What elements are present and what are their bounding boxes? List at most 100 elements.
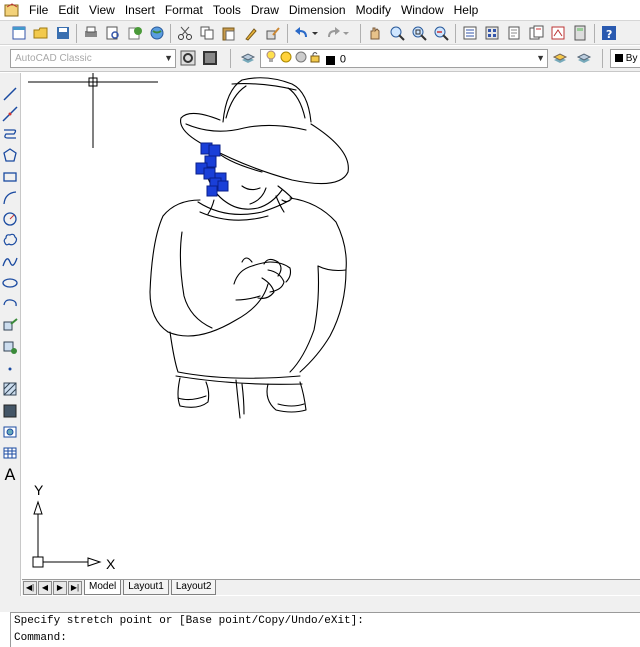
redo-icon[interactable] [324,24,342,42]
workspace-icon[interactable] [201,49,219,67]
layers-toolbar: AutoCAD Classic ▼ 0 ▼ By [0,46,640,72]
design-center-icon[interactable] [483,24,501,42]
menu-draw[interactable]: Draw [246,1,284,19]
polyline-icon[interactable] [1,125,19,143]
match-properties-icon[interactable] [242,24,260,42]
menu-dimension[interactable]: Dimension [284,1,351,19]
drawing-svg: Y X [28,73,349,572]
layer-color-swatch [326,55,336,65]
tool-palettes-icon[interactable] [505,24,523,42]
menu-tools[interactable]: Tools [208,1,246,19]
circle-icon[interactable] [1,210,19,228]
table-icon[interactable] [1,444,19,462]
drawing-area[interactable]: Y X [22,73,640,579]
line-icon[interactable] [1,85,19,103]
next-tab-button[interactable]: ▶ [53,580,67,595]
workspace-settings-icon[interactable] [179,49,197,67]
redo-dropdown-icon[interactable] [342,24,350,42]
menu-format[interactable]: Format [160,1,208,19]
layer-thaw-icon [280,51,292,69]
paste-icon[interactable] [220,24,238,42]
hatch-icon[interactable] [1,380,19,398]
standard-toolbar: ? [0,20,640,45]
new-file-icon[interactable] [10,24,28,42]
region-icon[interactable] [1,423,19,441]
previous-tab-button[interactable]: ◀ [38,580,52,595]
tab-layout1[interactable]: Layout1 [123,580,169,595]
menu-file[interactable]: File [24,1,53,19]
multiline-text-icon[interactable]: A [1,465,19,484]
ucs-y-label: Y [34,482,44,498]
autocad-app-icon[interactable] [4,2,20,17]
command-history: Specify stretch point or [Base point/Cop… [14,615,364,627]
svg-text:?: ? [606,28,612,41]
color-value: By [625,53,638,64]
ucs-x-label: X [106,556,116,572]
polygon-icon[interactable] [1,146,19,164]
tab-layout2[interactable]: Layout2 [170,580,217,595]
ellipse-icon[interactable] [1,274,19,292]
layer-manager-icon[interactable] [239,49,257,67]
cut-icon[interactable] [176,24,194,42]
layer-previous-icon[interactable] [575,49,593,67]
figure-sketch [149,77,349,419]
menu-view[interactable]: View [84,1,120,19]
layer-viewport-icon [295,51,307,69]
tab-model[interactable]: Model [84,580,122,595]
point-icon[interactable] [1,359,19,377]
revision-cloud-icon[interactable] [1,231,19,249]
make-layer-current-icon[interactable] [551,49,569,67]
undo-icon[interactable] [293,24,311,42]
make-block-icon[interactable] [1,338,19,356]
gradient-icon[interactable] [1,402,19,420]
layer-dropdown[interactable]: 0 ▼ [260,49,548,68]
plot-icon[interactable] [82,24,100,42]
construction-line-icon[interactable] [1,105,19,123]
zoom-realtime-icon[interactable] [388,24,406,42]
zoom-previous-icon[interactable] [432,24,450,42]
insert-block-icon[interactable] [1,316,19,334]
command-prompt[interactable]: Command: [14,630,640,647]
spline-icon[interactable] [1,253,19,271]
block-editor-icon[interactable] [264,24,282,42]
sheet-set-icon[interactable] [527,24,545,42]
chevron-down-icon: ▼ [164,53,173,63]
workspace-value: AutoCAD Classic [15,53,92,64]
calculator-icon[interactable] [571,24,589,42]
pan-icon[interactable] [366,24,384,42]
menu-window[interactable]: Window [396,1,449,19]
arc-icon[interactable] [1,189,19,207]
crosshair-cursor [28,73,158,148]
splitter[interactable] [0,596,640,612]
layer-lock-icon [309,51,321,69]
rectangle-icon[interactable] [1,168,19,186]
menu-insert[interactable]: Insert [120,1,160,19]
layout-tabs-bar: ◀| ◀ ▶ ▶| Model Layout1 Layout2 [22,579,640,595]
menu-help[interactable]: Help [449,1,484,19]
stretch-grips[interactable] [195,142,229,197]
color-swatch [615,54,623,63]
web-icon[interactable] [148,24,166,42]
workspace-dropdown[interactable]: AutoCAD Classic ▼ [10,49,176,68]
chevron-down-icon: ▼ [536,53,545,63]
layer-on-icon [265,50,277,70]
menu-bar: File Edit View Insert Format Tools Draw … [0,0,640,19]
first-tab-button[interactable]: ◀| [23,580,37,595]
color-dropdown[interactable]: By [610,49,640,68]
publish-icon[interactable] [126,24,144,42]
menu-modify[interactable]: Modify [351,1,396,19]
menu-edit[interactable]: Edit [53,1,84,19]
zoom-window-icon[interactable] [410,24,428,42]
plot-preview-icon[interactable] [104,24,122,42]
help-icon[interactable]: ? [600,24,618,42]
save-icon[interactable] [54,24,72,42]
command-window[interactable]: Specify stretch point or [Base point/Cop… [10,612,640,647]
open-file-icon[interactable] [32,24,50,42]
properties-icon[interactable] [461,24,479,42]
copy-icon[interactable] [198,24,216,42]
ellipse-arc-icon[interactable] [1,295,19,313]
layer-name: 0 [339,53,347,66]
markup-icon[interactable] [549,24,567,42]
last-tab-button[interactable]: ▶| [68,580,82,595]
undo-dropdown-icon[interactable] [311,24,319,42]
